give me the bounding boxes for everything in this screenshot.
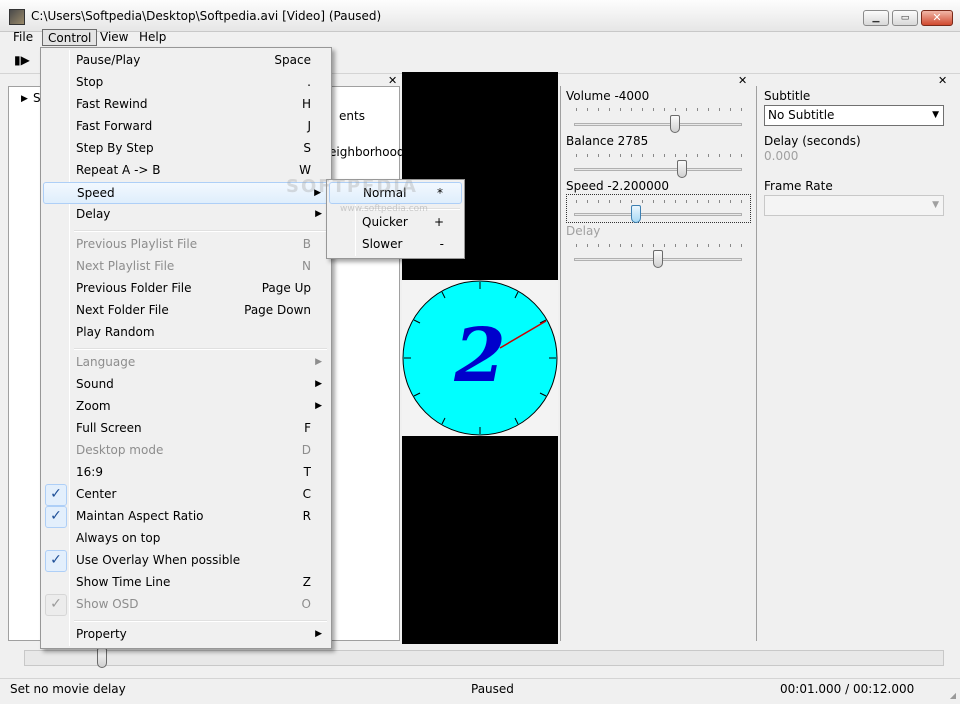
- menu-view[interactable]: View: [95, 29, 133, 46]
- control-menu: Pause/Play Space Stop . Fast Rewind H Fa…: [40, 47, 332, 649]
- menu-item-show-time-line[interactable]: Show Time Line Z: [43, 572, 329, 594]
- submenu-arrow-icon: ▶: [315, 357, 322, 367]
- balance-track: [574, 168, 742, 171]
- menu-item-stop[interactable]: Stop .: [43, 72, 329, 94]
- menu-item-previous-folder-file[interactable]: Previous Folder File Page Up: [43, 278, 329, 300]
- volume-ticks: [576, 108, 742, 111]
- volume-slider[interactable]: [669, 115, 680, 133]
- status-bar: Set no movie delay Paused 00:01.000 / 00…: [0, 678, 960, 704]
- checkmark-icon: ✓: [45, 506, 67, 528]
- app-icon[interactable]: [9, 9, 25, 25]
- status-time: 00:01.000 / 00:12.000: [780, 682, 915, 696]
- volume-label: Volume -4000: [566, 89, 650, 103]
- menu-item-fast-rewind[interactable]: Fast Rewind H: [43, 94, 329, 116]
- resize-grip-icon[interactable]: ◢: [950, 691, 956, 700]
- balance-label: Balance 2785: [566, 134, 649, 148]
- submenu-arrow-icon: ▶: [315, 401, 322, 411]
- divider: [756, 86, 757, 641]
- submenu-item-slower[interactable]: Slower -: [329, 234, 462, 256]
- menu-item-language: Language ▶: [76, 355, 322, 369]
- delay-label: Delay: [566, 224, 601, 238]
- subtitle-label: Subtitle: [764, 89, 811, 103]
- clock-digit: 2: [453, 313, 506, 399]
- menu-item-full-screen[interactable]: Full Screen F: [43, 418, 329, 440]
- expand-arrow-icon[interactable]: ▶: [21, 94, 28, 104]
- delay-slider: [653, 250, 663, 268]
- speed-slider-focus: [566, 194, 751, 223]
- menu-item-center[interactable]: ✓ Center C: [43, 484, 329, 506]
- menu-item-sound[interactable]: Sound ▶: [43, 374, 329, 396]
- status-state: Paused: [471, 682, 514, 696]
- window-title: C:\Users\Softpedia\Desktop\Softpedia.avi…: [31, 9, 382, 23]
- menu-item-delay[interactable]: Delay ▶: [43, 204, 329, 226]
- checkmark-icon: ✓: [45, 594, 67, 616]
- menu-item-desktop-mode: Desktop mode D: [76, 443, 311, 457]
- balance-ticks: [576, 154, 742, 157]
- menu-item-always-on-top[interactable]: Always on top: [43, 528, 329, 550]
- subtitle-delay-label: Delay (seconds): [764, 134, 861, 148]
- close-button[interactable]: ✕: [921, 10, 953, 26]
- menu-item-maintain-aspect-ratio[interactable]: ✓ Maintan Aspect Ratio R: [43, 506, 329, 528]
- menu-item-zoom[interactable]: Zoom ▶: [43, 396, 329, 418]
- speed-slider[interactable]: [631, 205, 642, 223]
- subtitle-delay-value[interactable]: 0.000: [764, 149, 798, 163]
- menu-item-step-by-step[interactable]: Step By Step S: [43, 138, 329, 160]
- checkmark-icon: ✓: [45, 484, 67, 506]
- close-icon[interactable]: ✕: [738, 74, 747, 87]
- menu-item-show-osd: ✓ Show OSD O: [43, 594, 329, 616]
- minimize-button[interactable]: ▁: [863, 10, 889, 26]
- chevron-down-icon: ▼: [932, 200, 939, 210]
- checkmark-icon: ✓: [45, 550, 67, 572]
- submenu-item-quicker[interactable]: Quicker +: [329, 212, 462, 234]
- menu-control[interactable]: Control: [42, 29, 98, 46]
- subtitle-select-value: No Subtitle: [768, 108, 835, 122]
- menu-separator: [74, 348, 327, 350]
- menu-separator: [74, 620, 327, 622]
- status-message: Set no movie delay: [10, 682, 126, 696]
- menu-item-fast-forward[interactable]: Fast Forward J: [43, 116, 329, 138]
- menu-file[interactable]: File: [8, 29, 38, 46]
- delay-ticks: [576, 244, 742, 247]
- watermark: SOFTPEDIA: [286, 176, 418, 197]
- framerate-select: ▼: [764, 195, 944, 216]
- tree-item[interactable]: ents: [339, 109, 365, 123]
- play-pause-icon[interactable]: ▮▶: [14, 53, 36, 69]
- framerate-label: Frame Rate: [764, 179, 833, 193]
- speed-label: Speed -2.200000: [566, 179, 670, 193]
- maximize-button[interactable]: ▭: [892, 10, 918, 26]
- menu-item-next-playlist-file: Next Playlist File N: [76, 259, 311, 273]
- submenu-arrow-icon: ▶: [315, 209, 322, 219]
- tree-item[interactable]: eighborhood: [329, 145, 405, 159]
- subtitle-select[interactable]: No Subtitle ▼: [764, 105, 944, 126]
- volume-track: [574, 123, 742, 126]
- seek-slider[interactable]: [97, 648, 108, 668]
- menu-item-property[interactable]: Property ▶: [43, 624, 329, 646]
- menu-separator: [74, 230, 327, 232]
- watermark-url: www.softpedia.com: [340, 204, 428, 214]
- menu-item-16-9[interactable]: 16:9 T: [43, 462, 329, 484]
- seek-track[interactable]: [24, 650, 944, 666]
- menu-bar: File Control View Help: [0, 27, 960, 47]
- menu-item-pause-play[interactable]: Pause/Play Space: [43, 50, 329, 72]
- balance-slider[interactable]: [676, 160, 687, 178]
- divider: [560, 86, 561, 641]
- menu-item-play-random[interactable]: Play Random: [43, 322, 329, 344]
- clock-image: 2: [402, 280, 558, 436]
- submenu-arrow-icon: ▶: [315, 629, 322, 639]
- chevron-down-icon: ▼: [932, 110, 939, 120]
- close-icon[interactable]: ✕: [938, 74, 947, 87]
- video-frame: 2: [402, 280, 558, 436]
- menu-item-previous-playlist-file: Previous Playlist File B: [76, 237, 311, 251]
- speed-ticks: [576, 200, 742, 203]
- speed-track: [574, 213, 742, 216]
- menu-item-next-folder-file[interactable]: Next Folder File Page Down: [43, 300, 329, 322]
- menu-help[interactable]: Help: [134, 29, 171, 46]
- menu-item-use-overlay[interactable]: ✓ Use Overlay When possible: [43, 550, 329, 572]
- submenu-arrow-icon: ▶: [315, 379, 322, 389]
